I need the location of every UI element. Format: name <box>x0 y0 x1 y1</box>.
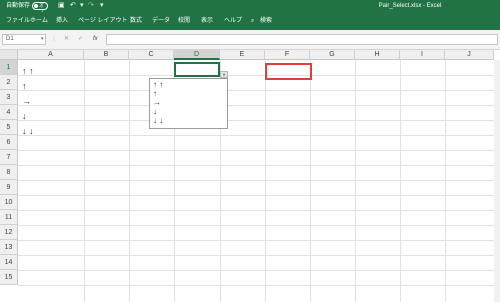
column-header-e[interactable]: E <box>220 50 265 60</box>
dropdown-option-2[interactable]: ↑ <box>153 89 157 98</box>
gridline <box>129 60 130 302</box>
enter-icon[interactable]: ✓ <box>78 35 83 44</box>
row-header-13[interactable]: 13 <box>0 240 18 255</box>
gridline <box>265 60 266 302</box>
name-box[interactable]: D1 ▾ <box>2 34 46 45</box>
gridline <box>18 240 500 241</box>
gridline <box>18 285 500 286</box>
column-header-j[interactable]: J <box>445 50 494 60</box>
cell-a5[interactable]: ↓ ↓ <box>22 125 34 137</box>
column-header-h[interactable]: H <box>355 50 400 60</box>
column-header-g[interactable]: G <box>310 50 355 60</box>
column-header-c[interactable]: C <box>129 50 174 60</box>
cell-a3[interactable]: → <box>22 95 31 107</box>
row-header-8[interactable]: 8 <box>0 165 18 180</box>
highlight-box-f1 <box>265 63 312 80</box>
name-box-value: D1 <box>6 36 14 42</box>
row-header-11[interactable]: 11 <box>0 210 18 225</box>
column-header-i[interactable]: I <box>400 50 445 60</box>
row-header-14[interactable]: 14 <box>0 255 18 270</box>
row-header-2[interactable]: 2 <box>0 75 18 90</box>
tab-help[interactable]: ヘルプ <box>224 17 242 25</box>
gridline <box>400 60 401 302</box>
gridline <box>18 135 500 136</box>
gridline <box>445 60 446 302</box>
dropdown-option-4[interactable]: ↓ <box>153 107 157 116</box>
tab-formulas[interactable]: 数式 <box>130 17 142 25</box>
row-header-5[interactable]: 5 <box>0 120 18 135</box>
gridline <box>18 165 500 166</box>
validation-dropdown-list[interactable]: ↑ ↑ ↑ → ↓ ↓ ↓ <box>149 78 228 129</box>
column-header-f[interactable]: F <box>265 50 310 60</box>
cell-a1[interactable]: ↑ ↑ <box>22 65 34 77</box>
row-header-6[interactable]: 6 <box>0 135 18 150</box>
name-box-dropdown-icon[interactable]: ▾ <box>41 35 44 44</box>
row-header-1[interactable]: 1 <box>0 60 18 75</box>
row-header-3[interactable]: 3 <box>0 90 18 105</box>
formula-input[interactable] <box>106 34 498 45</box>
select-all-corner[interactable] <box>0 50 18 60</box>
gridline <box>18 255 500 256</box>
gridline <box>18 120 500 121</box>
gridline <box>18 210 500 211</box>
row-header-15[interactable]: 15 <box>0 270 18 285</box>
search-label[interactable]: 検索 <box>260 17 272 25</box>
list-dropdown-button[interactable]: ▼ <box>220 71 228 78</box>
tab-review[interactable]: 校閲 <box>178 17 190 25</box>
gridline <box>18 90 500 91</box>
row-header-9[interactable]: 9 <box>0 180 18 195</box>
tab-data[interactable]: データ <box>152 17 170 25</box>
gridline <box>18 225 500 226</box>
worksheet-grid[interactable]: A B C D E F G H I J 1 2 3 4 5 6 7 8 9 10… <box>0 50 500 302</box>
vertical-scrollbar[interactable] <box>494 60 500 302</box>
gridline <box>84 60 85 302</box>
row-header-7[interactable]: 7 <box>0 150 18 165</box>
window-title: Pair_Select.xlsx - Excel <box>378 3 442 9</box>
dropdown-option-1[interactable]: ↑ ↑ <box>153 80 163 89</box>
row-header-10[interactable]: 10 <box>0 195 18 210</box>
search-icon[interactable]: ⌕ <box>251 17 254 25</box>
tab-view[interactable]: 表示 <box>201 17 213 25</box>
active-cell-d1[interactable] <box>174 62 220 77</box>
gridline <box>355 60 356 302</box>
gridline <box>18 105 500 106</box>
row-header-12[interactable]: 12 <box>0 225 18 240</box>
cell-a2[interactable]: ↑ <box>22 80 27 92</box>
tab-home[interactable]: ホーム <box>30 17 48 25</box>
gridline <box>18 195 500 196</box>
gridline <box>18 180 500 181</box>
column-header-b[interactable]: B <box>84 50 129 60</box>
title-bar: 自動保存 オフ ▣ ↶ ▾ ↷ ▾ Pair_Select.xlsx - Exc… <box>0 0 500 15</box>
tab-insert[interactable]: 挿入 <box>56 17 68 25</box>
formula-bar-dots-icon: ⋮ <box>51 36 57 42</box>
gridline <box>310 60 311 302</box>
column-header-a[interactable]: A <box>18 50 84 60</box>
dropdown-option-5[interactable]: ↓ ↓ <box>153 116 163 125</box>
cell-a4[interactable]: ↓ <box>22 110 27 122</box>
gridline <box>18 270 500 271</box>
tab-file[interactable]: ファイル <box>6 17 30 25</box>
column-header-d[interactable]: D <box>174 50 220 60</box>
tab-page-layout[interactable]: ページ レイアウト <box>78 17 128 25</box>
cancel-icon[interactable]: ✕ <box>64 35 69 44</box>
dropdown-option-3[interactable]: → <box>153 98 161 107</box>
ribbon-tabs: ファイル ホーム 挿入 ページ レイアウト 数式 データ 校閲 表示 ヘルプ ⌕… <box>0 12 500 30</box>
row-header-4[interactable]: 4 <box>0 105 18 120</box>
gridline <box>18 150 500 151</box>
gridline <box>18 75 500 76</box>
insert-function-button[interactable]: fx <box>93 35 98 44</box>
